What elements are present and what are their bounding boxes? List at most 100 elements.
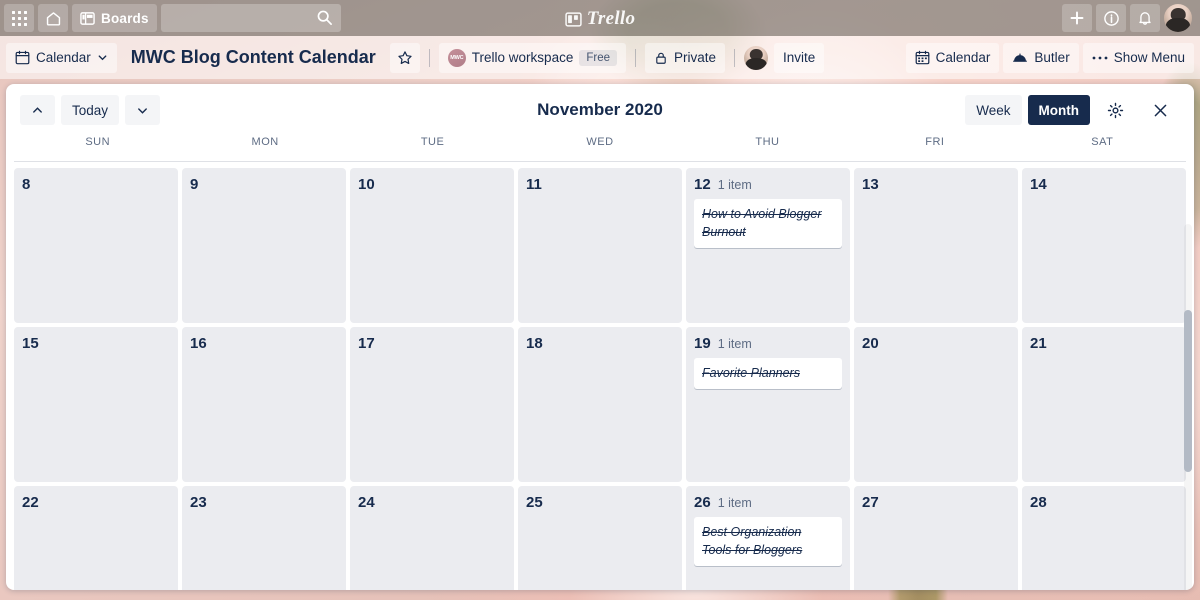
plan-badge: Free <box>579 49 617 66</box>
day-name-header: TUE <box>348 136 517 162</box>
calendar-day-cell[interactable]: 20 <box>854 327 1018 482</box>
day-cell-header: 14 <box>1030 176 1178 193</box>
calendar-day-cell[interactable]: 13 <box>854 168 1018 323</box>
today-button[interactable]: Today <box>61 95 120 125</box>
page-title: MWC Blog Content Calendar <box>130 47 376 67</box>
calendar-day-cell[interactable]: 18 <box>518 327 682 482</box>
gear-icon[interactable] <box>1096 95 1135 125</box>
top-navigation-bar: Boards Trello <box>0 0 1200 36</box>
calendar-day-cell[interactable]: 21 <box>1022 327 1186 482</box>
workspace-button[interactable]: MWC Trello workspace Free <box>438 42 626 73</box>
calendar-power-up-button[interactable]: Calendar <box>905 42 1000 73</box>
vertical-scrollbar[interactable] <box>1184 224 1192 590</box>
info-icon[interactable] <box>1096 4 1126 32</box>
day-cell-header: 15 <box>22 335 170 352</box>
invite-button[interactable]: Invite <box>774 42 825 73</box>
visibility-button[interactable]: Private <box>645 42 726 73</box>
header-divider <box>635 48 636 67</box>
day-number: 24 <box>358 494 375 511</box>
day-name-header: FRI <box>851 136 1019 162</box>
ellipsis-icon <box>1092 55 1108 61</box>
board-view-switcher[interactable]: Calendar <box>6 42 117 73</box>
header-divider <box>734 48 736 67</box>
day-cell-header: 21 <box>1030 335 1178 352</box>
calendar-nav-group: Today <box>20 95 161 125</box>
next-period-button[interactable] <box>125 95 161 125</box>
calendar-day-cell[interactable]: 14 <box>1022 168 1186 323</box>
grid-apps-icon[interactable] <box>4 4 34 32</box>
calendar-day-cell[interactable]: 17 <box>350 327 514 482</box>
calendar-day-cell[interactable]: 27 <box>854 486 1018 590</box>
bell-icon[interactable] <box>1130 4 1160 32</box>
calendar-card[interactable]: How to Avoid Blogger Burnout <box>694 199 842 249</box>
butler-button[interactable]: Butler <box>1003 42 1079 73</box>
calendar-day-cell[interactable]: 12 1 item How to Avoid Blogger Burnout <box>686 168 850 323</box>
visibility-label: Private <box>674 50 717 65</box>
week-view-button[interactable]: Week <box>965 95 1022 125</box>
show-menu-label: Show Menu <box>1113 50 1185 65</box>
day-number: 10 <box>358 176 375 193</box>
day-number: 20 <box>862 335 879 352</box>
search-input[interactable] <box>160 4 341 32</box>
member-avatar[interactable] <box>744 45 769 70</box>
calendar-panel: Today November 2020 Week Month SUN MON T… <box>6 84 1194 590</box>
day-number: 13 <box>862 176 879 193</box>
calendar-card[interactable]: Favorite Planners <box>694 358 842 390</box>
calendar-power-up-label: Calendar <box>935 50 991 65</box>
calendar-grid: 8 9 10 11 12 1 item How to Avoid Blogger Burno… <box>6 162 1194 590</box>
day-number: 15 <box>22 335 39 352</box>
day-name-header: WED <box>516 136 684 162</box>
chevron-up-icon <box>31 104 44 117</box>
boards-button[interactable]: Boards <box>72 4 157 32</box>
previous-period-button[interactable] <box>20 95 55 125</box>
trello-wordmark: Trello <box>586 8 636 29</box>
day-cell-header: 10 <box>358 176 506 193</box>
day-cell-header: 23 <box>190 494 338 511</box>
calendar-day-cell[interactable]: 19 1 item Favorite Planners <box>686 327 850 482</box>
star-icon[interactable] <box>389 42 420 73</box>
day-cell-header: 11 <box>526 176 674 193</box>
calendar-day-header-row: SUN MON TUE WED THU FRI SAT <box>6 136 1194 162</box>
day-number: 18 <box>526 335 543 352</box>
plus-icon[interactable] <box>1062 4 1092 32</box>
calendar-day-cell[interactable]: 28 <box>1022 486 1186 590</box>
calendar-day-cell[interactable]: 25 <box>518 486 682 590</box>
day-cell-header: 12 1 item <box>694 176 842 193</box>
scrollbar-thumb[interactable] <box>1184 310 1192 472</box>
calendar-icon <box>915 50 930 65</box>
calendar-day-cell[interactable]: 15 <box>14 327 178 482</box>
month-view-button[interactable]: Month <box>1027 95 1090 125</box>
day-cell-header: 24 <box>358 494 506 511</box>
calendar-card[interactable]: Best Organization Tools for Bloggers <box>694 517 842 567</box>
calendar-day-cell[interactable]: 22 <box>14 486 178 590</box>
close-icon[interactable] <box>1141 95 1180 125</box>
day-number: 16 <box>190 335 207 352</box>
calendar-day-cell[interactable]: 8 <box>14 168 178 323</box>
calendar-day-cell[interactable]: 26 1 item Best Organization Tools for Blog… <box>686 486 850 590</box>
day-number: 25 <box>526 494 543 511</box>
calendar-day-cell[interactable]: 24 <box>350 486 514 590</box>
calendar-toolbar: Today November 2020 Week Month <box>6 84 1194 136</box>
show-menu-button[interactable]: Show Menu <box>1082 42 1194 73</box>
day-cell-header: 20 <box>862 335 1010 352</box>
day-cell-header: 22 <box>22 494 170 511</box>
butler-icon <box>1012 51 1028 65</box>
calendar-day-cell[interactable]: 11 <box>518 168 682 323</box>
butler-label: Butler <box>1034 50 1070 65</box>
day-cell-header: 9 <box>190 176 338 193</box>
day-number: 28 <box>1030 494 1047 511</box>
day-item-count: 1 item <box>717 337 752 351</box>
day-cell-header: 18 <box>526 335 674 352</box>
calendar-day-cell[interactable]: 16 <box>182 327 346 482</box>
calendar-day-cell[interactable]: 9 <box>182 168 346 323</box>
boards-icon <box>80 11 95 26</box>
calendar-day-cell[interactable]: 23 <box>182 486 346 590</box>
user-avatar[interactable] <box>1164 4 1192 32</box>
top-nav-right-group <box>1062 4 1196 32</box>
chevron-down-icon <box>136 104 149 117</box>
calendar-view-group: Week Month <box>965 95 1180 125</box>
home-icon[interactable] <box>38 4 68 32</box>
day-name-header: MON <box>181 136 349 162</box>
day-number: 14 <box>1030 176 1047 193</box>
calendar-day-cell[interactable]: 10 <box>350 168 514 323</box>
